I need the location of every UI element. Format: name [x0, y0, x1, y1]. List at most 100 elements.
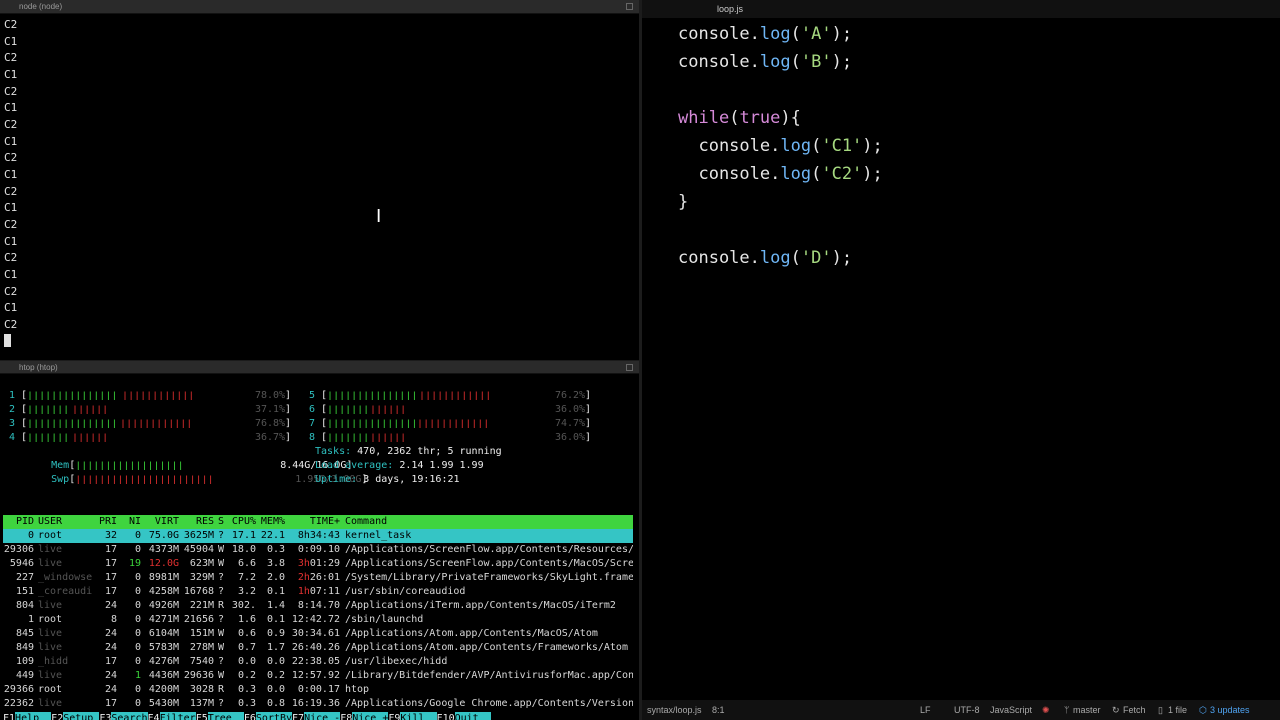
code-token: );: [831, 248, 853, 268]
code-area[interactable]: console.log('A'); console.log('B'); while(…: [678, 20, 883, 272]
fetch-icon: ↻: [1112, 705, 1120, 715]
code-token: 'A': [800, 24, 832, 44]
status-encoding[interactable]: UTF-8: [954, 700, 980, 720]
cpu-bar: |||||||||||||||||||||||||||: [327, 419, 490, 428]
process-row[interactable]: 151 _coreaudi 17 0 4258M 16768? 3.2 0.1 1h07:11 /…: [3, 585, 633, 599]
status-file-path[interactable]: syntax/loop.js: [647, 700, 702, 720]
process-res: 329M: [189, 572, 214, 583]
fkey-key: F1: [3, 713, 16, 720]
status-fetch[interactable]: Fetch: [1123, 700, 1146, 720]
terminal-line: C2: [4, 217, 18, 231]
process-table-header[interactable]: PID USER PRI NI VIRT RES S CPU% MEM% TIME+ Command: [3, 515, 633, 529]
htop-pane[interactable]: htop (htop) 1 [||||||||||||||| ||||||||||…: [0, 361, 639, 720]
column-header-user[interactable]: USER: [38, 515, 98, 529]
process-row[interactable]: 849 live 24 0 5783M 278M W 0.7 1.7 26:40.26/Appli…: [3, 641, 633, 655]
process-row[interactable]: 804 live 24 0 4926M 221M R 302. 1.4 8:14.70/Appli…: [3, 599, 633, 613]
branch-icon: ᛘ: [1064, 705, 1070, 715]
process-row[interactable]: 109 _hidd 17 0 4276M 7540? 0.0 0.0 22:38.05/usr/…: [3, 655, 633, 669]
cpu-bar: |||||||||||||: [27, 433, 109, 442]
process-mem: 0.1: [266, 586, 285, 597]
process-user: live: [38, 698, 63, 709]
process-row[interactable]: 22362 live 17 0 5430M 137M? 0.3 0.8 16:19.36/App…: [3, 697, 633, 711]
code-editor[interactable]: loop.js console.log('A'); console.log('B'…: [642, 0, 1280, 720]
status-line-ending[interactable]: LF: [920, 700, 931, 720]
node-terminal-pane[interactable]: node (node) C2 C1 C2 C1 C2 C1 C2 C1 C2 C1 C2 C1 C2 C1…: [0, 0, 639, 360]
process-user: live: [38, 628, 63, 639]
process-pid: 5946: [9, 558, 34, 569]
column-header-ni[interactable]: NI: [123, 515, 141, 529]
process-cpu: 18.0: [231, 544, 256, 555]
fkey-f6[interactable]: F6SortBy: [243, 712, 293, 720]
swap-bar: |||||||||||||||||||||||: [75, 475, 214, 484]
process-pri: 17: [104, 656, 117, 667]
column-header-virt[interactable]: VIRT: [143, 515, 179, 529]
cpu-bar: |||||||||||||: [327, 433, 407, 442]
process-row[interactable]: 449 live 24 1 4436M 29636 W 0.2 0.2 12:57.92/Libr…: [3, 669, 633, 683]
process-row[interactable]: 29366 root 24 0 4200M 3028 R 0.3 0.0 0:00.17 htop: [3, 683, 633, 697]
status-grammar[interactable]: JavaScript: [990, 700, 1032, 720]
fkey-f8[interactable]: F8Nice +: [340, 712, 389, 720]
column-header-pid[interactable]: PID: [3, 515, 34, 529]
terminal-line: C1: [4, 301, 18, 315]
process-cmd: /usr/sbin/coreaudiod: [345, 586, 466, 597]
code-line: console.log('B');: [678, 48, 883, 76]
process-mem: 0.2: [266, 670, 285, 681]
fkey-f7[interactable]: F7Nice -: [292, 712, 341, 720]
column-header-mem[interactable]: MEM%: [259, 515, 285, 529]
column-header-cpu[interactable]: CPU%: [230, 515, 256, 529]
process-row[interactable]: 845 live 24 0 6104M 151M W 0.6 0.9 30:34.61/Appli…: [3, 627, 633, 641]
process-virt: 75.0G: [148, 530, 179, 541]
process-row[interactable]: 0 root 32 0 75.0G 3625M? 17.1 22.1 8h34:43 kernel…: [3, 529, 633, 543]
bug-icon[interactable]: ✺: [1042, 700, 1050, 720]
process-virt: 4926M: [148, 600, 179, 611]
cpu-number: 5: [308, 390, 315, 401]
process-mem: 0.1: [266, 614, 285, 625]
code-token: log: [759, 248, 791, 268]
status-branch[interactable]: master: [1073, 700, 1101, 720]
fkey-f5[interactable]: F5Tree: [195, 712, 244, 720]
column-header-pri[interactable]: PRI: [99, 515, 117, 529]
process-virt: 5430M: [148, 698, 179, 709]
process-cmd: /Applications/ScreenFlow.app/Contents/Ma…: [345, 558, 633, 569]
column-header-command[interactable]: Command: [345, 515, 633, 529]
process-time: 1h07:11: [297, 586, 340, 597]
fkey-f10[interactable]: F10Quit: [436, 712, 491, 720]
process-mem: 2.0: [266, 572, 285, 583]
code-line: }: [678, 188, 883, 216]
fkey-f9[interactable]: F9Kill: [388, 712, 437, 720]
cpu-percent: 74.7%: [554, 418, 586, 429]
fkey-f2[interactable]: F2Setup: [51, 712, 100, 720]
fkey-f4[interactable]: F4Filter: [147, 712, 196, 720]
process-table[interactable]: 0 root 32 0 75.0G 3625M? 17.1 22.1 8h34:43 kernel…: [3, 529, 633, 711]
code-token: true: [739, 108, 781, 128]
code-token: (: [729, 108, 740, 128]
status-files[interactable]: 1 file: [1168, 700, 1187, 720]
process-user: _hidd: [38, 656, 69, 667]
status-updates[interactable]: 3 updates: [1210, 700, 1250, 720]
fkey-f3[interactable]: F3Search: [99, 712, 148, 720]
fkey-f1[interactable]: F1Help: [3, 712, 52, 720]
process-pri: 24: [104, 600, 117, 611]
process-row[interactable]: 1 root 8 0 4271M 21656? 1.6 0.1 12:42.72/sbin/la…: [3, 613, 633, 627]
code-token: );: [831, 24, 853, 44]
cpu-meter-7: 7 [||||||||||||||||||||||||||| 74.7%]: [305, 417, 591, 431]
code-token: log: [759, 24, 791, 44]
process-time: 8:14.70: [297, 600, 340, 611]
column-header-res[interactable]: RES: [179, 515, 214, 529]
process-cpu: 0.3: [237, 698, 256, 709]
status-cursor-position[interactable]: 8:1: [712, 700, 725, 720]
process-row[interactable]: 29306 live 17 0 4373M 45904 W 18.0 0.3 0:09.10/Ap…: [3, 543, 633, 557]
process-row[interactable]: 227 _windowse 17 0 8981M 329M? 7.2 2.0 2h26:01/S…: [3, 571, 633, 585]
maximize-icon[interactable]: [626, 3, 633, 10]
column-header-time[interactable]: TIME+: [288, 515, 340, 529]
function-key-bar[interactable]: F1Help F2Setup F3SearchF4FilterF5Tree F6…: [3, 712, 633, 720]
maximize-icon[interactable]: [626, 364, 633, 371]
terminal-line: C2: [4, 18, 18, 31]
process-virt: 4258M: [148, 586, 179, 597]
process-row[interactable]: 5946 live 17 19 12.0G 623M W 6.6 3.8 3h01:29/Appl…: [3, 557, 633, 571]
tab-loop-js[interactable]: loop.js: [712, 0, 748, 18]
process-ni: 0: [134, 684, 141, 695]
column-header-s[interactable]: S: [218, 515, 228, 529]
cpu-meter-1: 1 [||||||||||||||| |||||||||||| 78.0%]: [5, 389, 291, 403]
